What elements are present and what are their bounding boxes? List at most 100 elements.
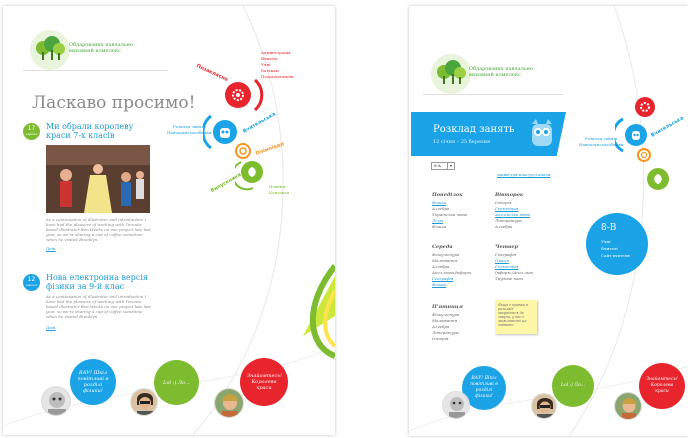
schedule-item: Фізика bbox=[432, 224, 447, 229]
schedule-item: Малювання bbox=[432, 318, 458, 323]
avatar[interactable] bbox=[531, 393, 557, 419]
blue-arc bbox=[615, 117, 624, 153]
menu-red-circle[interactable] bbox=[635, 97, 655, 117]
schedule-item: Історія bbox=[495, 200, 512, 205]
menu-orange-circle[interactable] bbox=[637, 148, 651, 162]
schedule-item[interactable]: Географія bbox=[432, 276, 453, 281]
avatar[interactable] bbox=[130, 388, 158, 416]
menu-red-item[interactable]: Адміністрація bbox=[261, 50, 291, 55]
stage-photo-image bbox=[46, 145, 150, 213]
class-link[interactable]: Вчителі bbox=[601, 246, 618, 251]
schedule-item: Фізкультура bbox=[432, 252, 460, 257]
schedule-day-title: П'ятниця bbox=[432, 304, 463, 310]
schedule-item: Малювання bbox=[432, 258, 458, 263]
bubble-text: Lol :) Ло... bbox=[560, 383, 586, 388]
sticky-note: Якщо є правки в розкладі зверніться до з… bbox=[495, 300, 537, 334]
class-info-circle: 8-В Учні Вчителі Сайт вчителя bbox=[586, 213, 648, 275]
schedule-day-title: Четвер bbox=[495, 244, 518, 250]
schedule-item: Інформ./Англ.мов. bbox=[495, 270, 535, 275]
menu-blue-item[interactable]: Навчальні посібники bbox=[167, 130, 212, 135]
bubble-text: Знайомтесь! Королева краси bbox=[646, 377, 678, 394]
schedule-dates: 12 січня – 25 березня bbox=[433, 139, 491, 145]
news-month: серпня bbox=[25, 132, 38, 136]
schedule-item: Географія bbox=[495, 252, 517, 257]
gear-icon bbox=[640, 102, 650, 112]
schedule-item[interactable]: Геометрія bbox=[495, 264, 518, 269]
menu-red-item[interactable]: Вчителі bbox=[261, 56, 278, 61]
schedule-item[interactable]: Праця bbox=[495, 258, 509, 263]
schedule-item: Історія bbox=[432, 336, 449, 341]
menu-red-item[interactable]: Батькам bbox=[261, 68, 279, 73]
schedule-item[interactable]: Англійська мова bbox=[495, 212, 530, 217]
schedule-item: Фізкультура bbox=[432, 312, 460, 317]
sticky-note-text: Якщо є правки в розкладі зверніться до з… bbox=[498, 303, 528, 327]
class-select[interactable]: 8-А ▾ bbox=[431, 162, 455, 170]
speech-bubble[interactable]: Знайомтесь! Королева краси bbox=[639, 363, 685, 409]
schedule-item: Література bbox=[495, 218, 522, 223]
bubble-text: ВАУ! Шкіл повітливі в розділі фізики! bbox=[470, 376, 498, 399]
logo[interactable] bbox=[30, 30, 70, 70]
menu-blue-item[interactable]: Розклад занять bbox=[173, 124, 206, 129]
header-divider bbox=[23, 70, 168, 71]
home-page-panel: Обдарованих навчально-виховний комплекс … bbox=[3, 6, 335, 435]
menu-green-circle[interactable] bbox=[647, 168, 669, 190]
schedule-item: Англ.мова/Інформ. bbox=[432, 270, 473, 275]
logo-trees-icon bbox=[36, 36, 65, 60]
logo-text: Обдарованих навчально-виховний комплекс bbox=[69, 42, 135, 54]
schedule-item[interactable]: Геометрія bbox=[495, 206, 518, 211]
schedule-item[interactable]: Фізика bbox=[432, 200, 446, 205]
class-changes-link[interactable]: зміни для класу bbox=[497, 172, 531, 177]
schedule-day-title: Середа bbox=[432, 244, 453, 250]
schedule-item[interactable]: Фізика bbox=[432, 282, 446, 287]
menu-blue-item[interactable]: Розклад занять bbox=[585, 136, 618, 141]
class-link[interactable]: Учні bbox=[601, 239, 610, 244]
medal-icon bbox=[640, 151, 648, 159]
avatar[interactable] bbox=[614, 392, 642, 420]
avatar[interactable] bbox=[442, 391, 470, 419]
bubble-text: Знайомтесь! Королева краси bbox=[247, 373, 282, 391]
avatar[interactable] bbox=[41, 386, 71, 416]
news-excerpt: As a continuation of illustrator and int… bbox=[46, 294, 151, 319]
news-title-link[interactable]: Нова електронна версія фізики за 9-й кла… bbox=[46, 273, 156, 291]
class-link[interactable]: Сайт вчителя bbox=[601, 253, 630, 258]
speech-bubble[interactable]: Lol :) Ло... bbox=[154, 360, 199, 405]
logo-trees-icon bbox=[437, 60, 466, 84]
news-more-link[interactable]: Далі bbox=[46, 246, 55, 251]
schedule-day-title: Понеділок bbox=[432, 192, 463, 198]
menu-red-item[interactable]: Учні bbox=[261, 62, 270, 67]
speech-bubble[interactable]: ВАУ! Шкіл повітливі в розділі фізики! bbox=[70, 359, 116, 405]
speech-bubble[interactable]: Знайомтесь! Королева краси bbox=[240, 358, 288, 406]
news-date-badge: 12 серпня bbox=[23, 274, 40, 291]
menu-green-item[interactable]: Новини bbox=[269, 184, 285, 189]
schedule-item: Алгебра bbox=[432, 206, 450, 211]
header-divider bbox=[423, 94, 563, 95]
owl-icon bbox=[532, 119, 552, 146]
menu-blue-item[interactable]: Навчальні посібники bbox=[579, 142, 624, 147]
schedule-item: Трудове навч. bbox=[495, 276, 525, 281]
schedule-page-panel: Обдарованих навчально-виховний комплекс … bbox=[409, 6, 688, 436]
news-excerpt: As a continuation of illustrator and int… bbox=[46, 217, 151, 242]
logo[interactable] bbox=[431, 54, 471, 94]
leaf-icon bbox=[654, 174, 662, 184]
class-select-value: 8-А bbox=[434, 163, 441, 168]
schedule-item: Алгебра bbox=[432, 264, 450, 269]
news-month: серпня bbox=[25, 283, 38, 287]
medal-icon bbox=[239, 147, 247, 155]
avatar[interactable] bbox=[214, 388, 244, 418]
schedule-item: Література bbox=[432, 330, 459, 335]
news-title-link[interactable]: Ми обрали королеву краси 7-х класів bbox=[46, 122, 156, 140]
schedule-item: Алгебра bbox=[432, 324, 450, 329]
bubble-text: ВАУ! Шкіл повітливі в розділі фізики! bbox=[77, 370, 109, 394]
menu-red-item[interactable]: Педагоги-вчені bbox=[261, 74, 294, 79]
page-title: Ласкаво просимо! bbox=[32, 93, 196, 113]
logo-text: Обдарованих навчально-виховний комплекс bbox=[469, 66, 535, 78]
schedule-item[interactable]: Лі-ра bbox=[432, 218, 443, 223]
news-date-badge: 17 серпня bbox=[23, 123, 40, 140]
bubble-text: Lol :) Ло... bbox=[163, 379, 190, 386]
class-title: 8-В bbox=[601, 223, 617, 233]
menu-green-item[interactable]: Контакти bbox=[269, 190, 289, 195]
speech-bubble[interactable]: Lol :) Ло... bbox=[552, 365, 594, 407]
news-photo[interactable] bbox=[46, 145, 150, 213]
news-more-link[interactable]: Далі bbox=[46, 325, 55, 330]
all-classes-link[interactable]: усі класи bbox=[531, 172, 550, 177]
